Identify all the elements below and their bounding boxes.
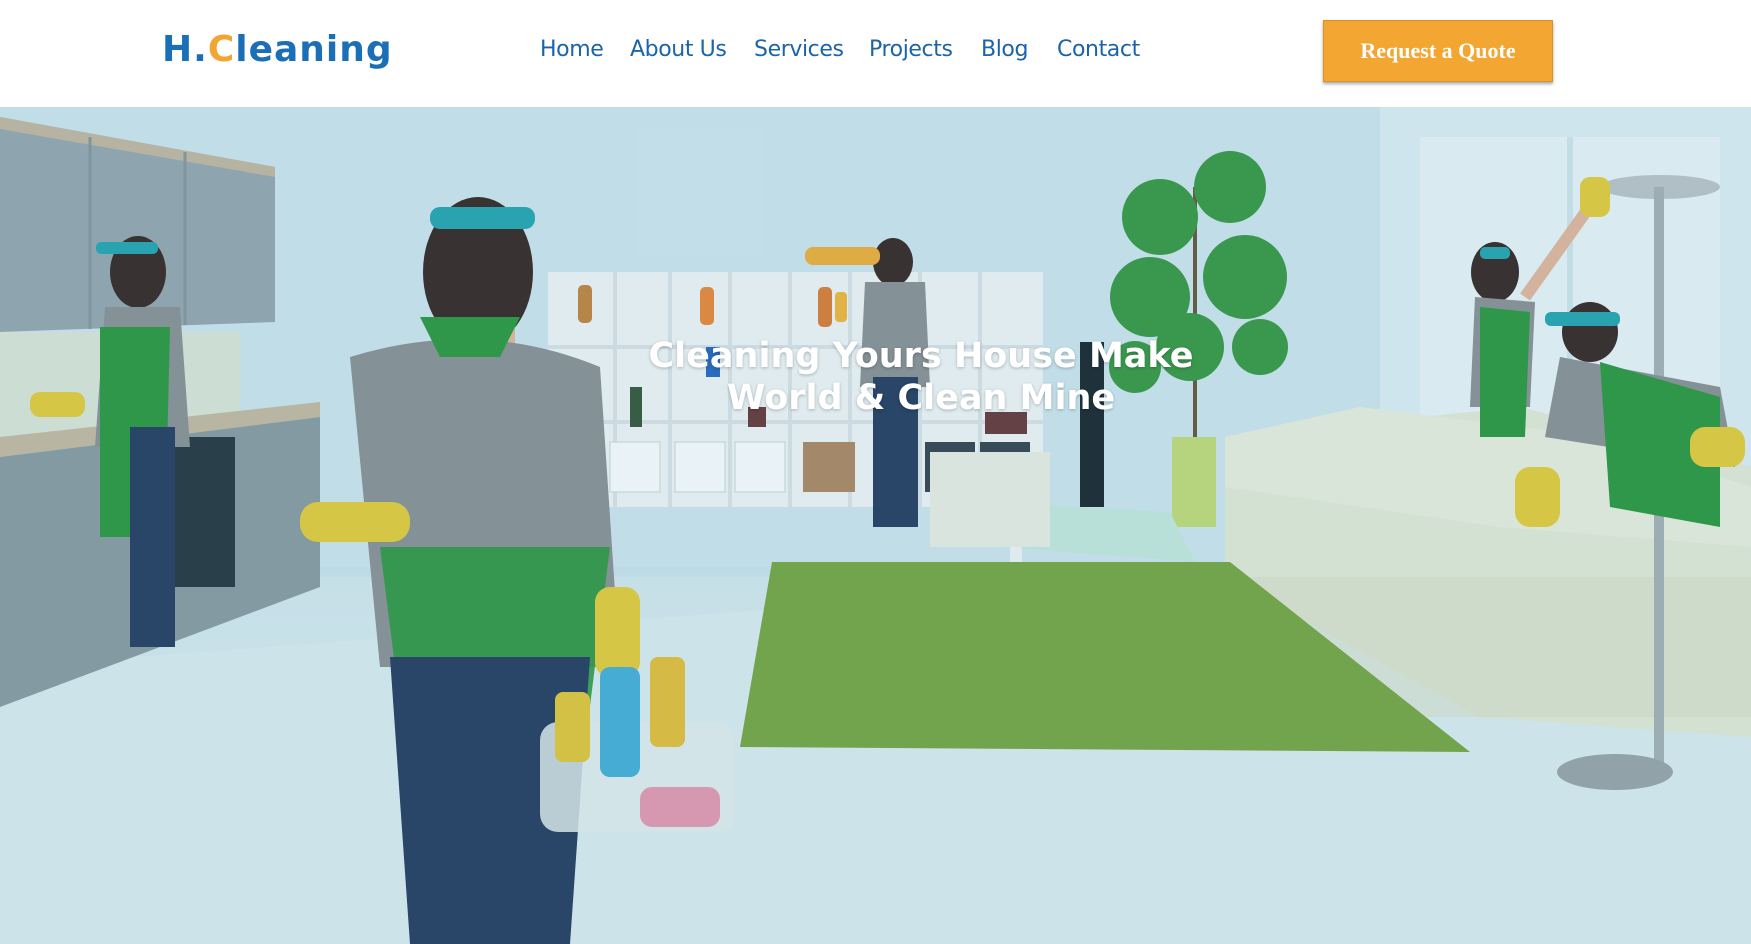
hero-color-overlay: [0, 107, 1751, 944]
logo-text-part: leaning: [235, 29, 393, 70]
nav-link-about-us[interactable]: About Us: [630, 33, 727, 67]
request-quote-button[interactable]: Request a Quote: [1323, 20, 1553, 82]
hero-headline-line-1: Cleaning Yours House Make: [648, 336, 1194, 376]
nav-link-home[interactable]: Home: [540, 33, 604, 67]
hero-headline: Cleaning Yours House Make World & Clean …: [575, 335, 1267, 419]
nav-link-blog[interactable]: Blog: [981, 33, 1028, 67]
nav-link-services[interactable]: Services: [754, 33, 844, 67]
logo-text-part: H.: [162, 29, 208, 70]
logo-text-accent: C: [207, 29, 236, 70]
hero-section: Cleaning Yours House Make World & Clean …: [0, 107, 1751, 944]
site-header: H.Cleaning Home About Us Services Projec…: [0, 0, 1751, 107]
hero-headline-line-2: World & Clean Mine: [726, 378, 1116, 418]
nav-link-projects[interactable]: Projects: [869, 33, 953, 67]
site-logo[interactable]: H.Cleaning: [162, 26, 393, 74]
nav-link-contact[interactable]: Contact: [1057, 33, 1140, 67]
